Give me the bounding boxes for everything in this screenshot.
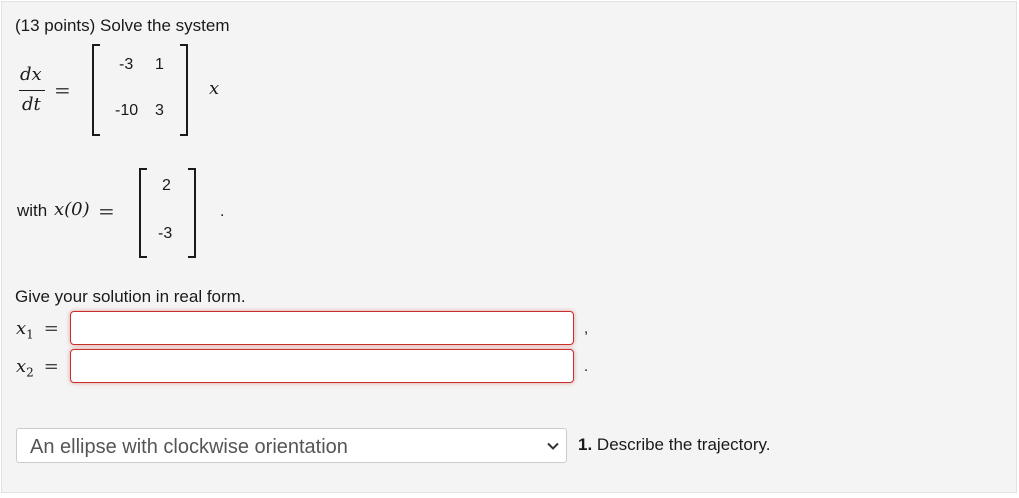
vector-left-bracket [139,168,147,258]
x1-subscript: 1 [26,327,34,342]
problem-title: (13 points) Solve the system [15,16,230,35]
separator: . [584,358,589,375]
question-card: (13 points) Solve the system dx dt = -3 … [1,1,1017,493]
equals-sign: = [98,199,115,223]
chevron-down-icon [546,439,560,458]
equals-sign: = [54,78,71,102]
initial-expression: x(0) [54,199,90,220]
question-text: Describe the trajectory. [596,435,771,454]
instruction-text: Give your solution in real form. [15,287,246,306]
equals-sign: = [43,356,59,377]
x2-answer-input[interactable] [70,349,574,383]
period: . [220,203,225,220]
derivative-denominator: dt [22,94,41,115]
matrix-cell: 1 [155,56,164,73]
matrix-cell: 3 [155,102,164,119]
matrix-right-bracket [180,44,188,136]
matrix-cell: -3 [119,56,134,73]
x1-answer-input[interactable] [70,311,574,345]
trajectory-dropdown[interactable]: An ellipse with clockwise orientation [16,428,567,463]
vector-right-bracket [188,168,196,258]
vector-cell: 2 [162,177,171,194]
x2-subscript: 2 [26,365,34,380]
question-number: 1. [578,435,593,454]
separator: , [584,320,589,337]
vector-cell: -3 [158,225,173,242]
x2-label: x2 = [16,356,59,380]
trajectory-selected-value: An ellipse with clockwise orientation [30,436,348,458]
matrix-cell: -10 [115,102,139,119]
initial-label: with [17,201,48,220]
x2-var: x [16,356,27,377]
state-variable: x [209,78,220,99]
x1-var: x [16,318,27,339]
x1-label: x1 = [16,318,59,342]
derivative-numerator: dx [20,64,42,85]
matrix-left-bracket [92,44,100,136]
equals-sign: = [43,318,59,339]
fraction-bar [19,90,45,91]
trajectory-question: 1. Describe the trajectory. [578,435,770,455]
